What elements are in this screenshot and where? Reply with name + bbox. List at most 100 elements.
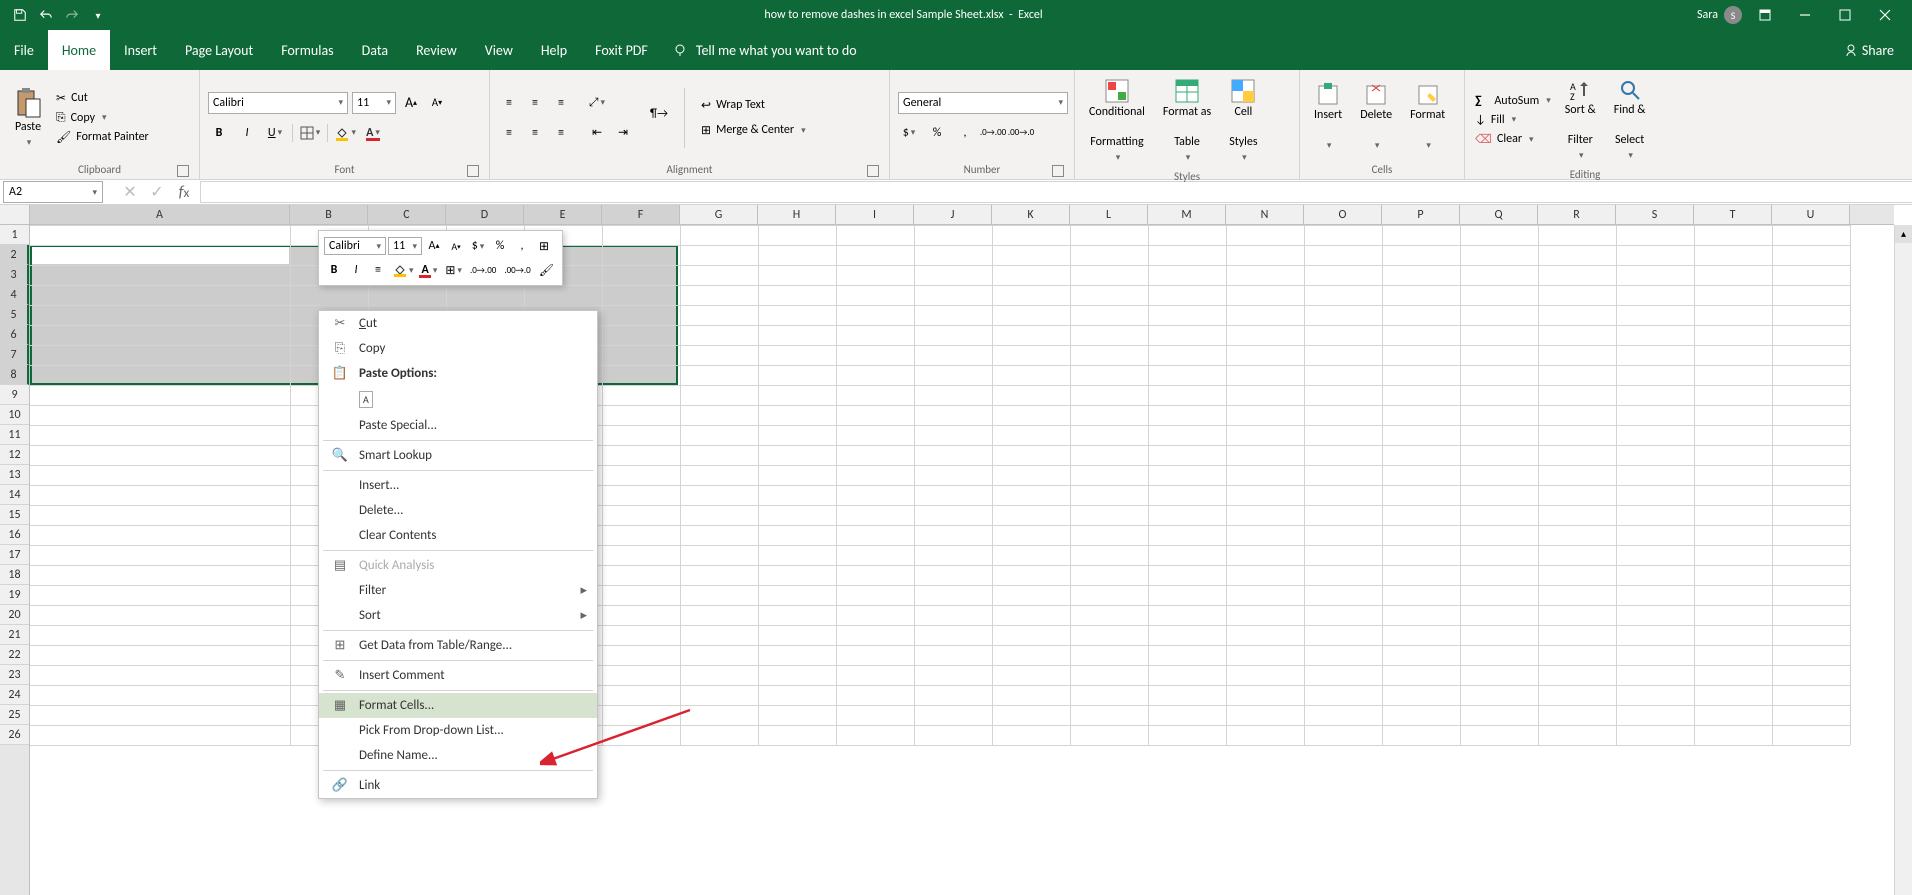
mini-font-size[interactable]: 11▾: [388, 237, 422, 255]
fx-button[interactable]: fx: [173, 183, 195, 202]
row-header-5[interactable]: 5: [0, 305, 29, 325]
tab-view[interactable]: View: [471, 30, 527, 70]
row-header-4[interactable]: 4: [0, 285, 29, 305]
cm-sort[interactable]: Sort▸: [319, 603, 597, 628]
mini-italic-button[interactable]: I: [346, 260, 366, 280]
mini-font-name[interactable]: Calibri▾: [324, 237, 386, 255]
col-header-R[interactable]: R: [1538, 205, 1616, 224]
col-header-G[interactable]: G: [680, 205, 758, 224]
merge-center-button[interactable]: ⊞Merge & Center▾: [699, 122, 808, 139]
col-header-L[interactable]: L: [1070, 205, 1148, 224]
tab-review[interactable]: Review: [402, 30, 471, 70]
format-cells-button[interactable]: Format▾: [1404, 79, 1451, 156]
tab-data[interactable]: Data: [348, 30, 402, 70]
row-header-13[interactable]: 13: [0, 465, 29, 485]
cm-delete[interactable]: Delete...: [319, 498, 597, 523]
sort-filter-button[interactable]: AZSort &Filter ▾: [1559, 74, 1602, 166]
comma-format-icon[interactable]: ,: [954, 122, 976, 144]
mini-percent-icon[interactable]: %: [490, 236, 510, 256]
decrease-indent-icon[interactable]: ⇤: [586, 122, 608, 144]
share-button[interactable]: Share: [1844, 42, 1912, 59]
col-header-E[interactable]: E: [524, 205, 602, 224]
tab-page-layout[interactable]: Page Layout: [171, 30, 267, 70]
accounting-format-icon[interactable]: $▾: [898, 122, 920, 144]
row-header-24[interactable]: 24: [0, 685, 29, 705]
col-header-D[interactable]: D: [446, 205, 524, 224]
col-header-S[interactable]: S: [1616, 205, 1694, 224]
align-left-icon[interactable]: ≡: [498, 122, 520, 144]
col-header-I[interactable]: I: [836, 205, 914, 224]
tab-help[interactable]: Help: [527, 30, 581, 70]
conditional-formatting-button[interactable]: ConditionalFormatting ▾: [1083, 74, 1151, 168]
cm-clear-contents[interactable]: Clear Contents: [319, 523, 597, 548]
tab-file[interactable]: File: [0, 30, 48, 70]
row-header-9[interactable]: 9: [0, 385, 29, 405]
insert-cells-button[interactable]: Insert▾: [1308, 79, 1348, 156]
col-header-P[interactable]: P: [1382, 205, 1460, 224]
mini-font-color-icon[interactable]: A▾: [419, 260, 441, 280]
alignment-dialog-launcher[interactable]: [867, 165, 879, 177]
decrease-font-icon[interactable]: A▾: [426, 92, 448, 114]
column-headers[interactable]: ABCDEFGHIJKLMNOPQRSTU: [30, 205, 1894, 225]
select-all-corner[interactable]: [0, 205, 30, 225]
mini-comma-icon[interactable]: ,: [512, 236, 532, 256]
close-button[interactable]: [1868, 3, 1902, 27]
align-middle-icon[interactable]: ≡: [524, 92, 546, 114]
name-box[interactable]: A2▾: [3, 181, 103, 203]
cm-define-name[interactable]: Define Name...: [319, 743, 597, 768]
row-header-10[interactable]: 10: [0, 405, 29, 425]
mini-decrease-font-icon[interactable]: A▾: [446, 236, 466, 256]
redo-button[interactable]: [60, 3, 84, 27]
row-header-1[interactable]: 1: [0, 225, 29, 245]
cell-styles-button[interactable]: CellStyles ▾: [1223, 74, 1263, 168]
fill-button[interactable]: ↓Fill▾: [1473, 112, 1553, 128]
col-header-H[interactable]: H: [758, 205, 836, 224]
minimize-button[interactable]: [1788, 3, 1822, 27]
ribbon-display-options[interactable]: [1748, 3, 1782, 27]
format-as-table-button[interactable]: Format asTable ▾: [1157, 74, 1217, 168]
vertical-scrollbar[interactable]: ▴: [1894, 225, 1912, 895]
font-dialog-launcher[interactable]: [467, 165, 479, 177]
tab-insert[interactable]: Insert: [110, 30, 171, 70]
increase-font-icon[interactable]: A▴: [400, 92, 422, 114]
user-avatar[interactable]: S: [1724, 6, 1742, 24]
clipboard-dialog-launcher[interactable]: [177, 165, 189, 177]
tell-me-search[interactable]: Tell me what you want to do: [672, 42, 857, 59]
mini-table-icon[interactable]: ⊞: [534, 236, 554, 256]
fill-color-button[interactable]: ▾: [334, 122, 356, 144]
cm-format-cells[interactable]: ▦Format Cells...: [319, 693, 597, 718]
mini-dec-decimal-icon[interactable]: .00→.0: [501, 260, 533, 280]
tab-formulas[interactable]: Formulas: [267, 30, 347, 70]
col-header-C[interactable]: C: [368, 205, 446, 224]
cm-copy[interactable]: ⎘Copy: [319, 336, 597, 361]
row-header-7[interactable]: 7: [0, 345, 29, 365]
enter-formula-icon[interactable]: ✓: [146, 182, 168, 202]
mini-format-painter-icon[interactable]: 🖌: [536, 260, 557, 280]
undo-button[interactable]: [34, 3, 58, 27]
mini-inc-decimal-icon[interactable]: .0→.00: [467, 260, 499, 280]
number-dialog-launcher[interactable]: [1052, 165, 1064, 177]
maximize-button[interactable]: [1828, 3, 1862, 27]
row-header-18[interactable]: 18: [0, 565, 29, 585]
save-button[interactable]: [8, 3, 32, 27]
col-header-O[interactable]: O: [1304, 205, 1382, 224]
mini-increase-font-icon[interactable]: A▴: [424, 236, 444, 256]
col-header-A[interactable]: A: [30, 205, 290, 224]
worksheet[interactable]: ABCDEFGHIJKLMNOPQRSTU 123456789101112131…: [0, 205, 1912, 895]
cm-paste-keep-text[interactable]: A: [319, 386, 597, 413]
clear-button[interactable]: ⌫Clear▾: [1473, 131, 1553, 148]
increase-decimal-icon[interactable]: .0→.00: [982, 122, 1004, 144]
align-center-icon[interactable]: ≡: [524, 122, 546, 144]
mini-align-icon[interactable]: ≡: [368, 260, 388, 280]
col-header-F[interactable]: F: [602, 205, 680, 224]
cm-cut[interactable]: ✂CuCutt: [319, 311, 597, 336]
cm-smart-lookup[interactable]: 🔍Smart Lookup: [319, 443, 597, 468]
cm-insert[interactable]: Insert...: [319, 473, 597, 498]
align-right-icon[interactable]: ≡: [550, 122, 572, 144]
cm-filter[interactable]: Filter▸: [319, 578, 597, 603]
cm-insert-comment[interactable]: ✎Insert Comment: [319, 663, 597, 688]
bold-button[interactable]: B: [208, 122, 230, 144]
col-header-M[interactable]: M: [1148, 205, 1226, 224]
row-header-6[interactable]: 6: [0, 325, 29, 345]
col-header-T[interactable]: T: [1694, 205, 1772, 224]
